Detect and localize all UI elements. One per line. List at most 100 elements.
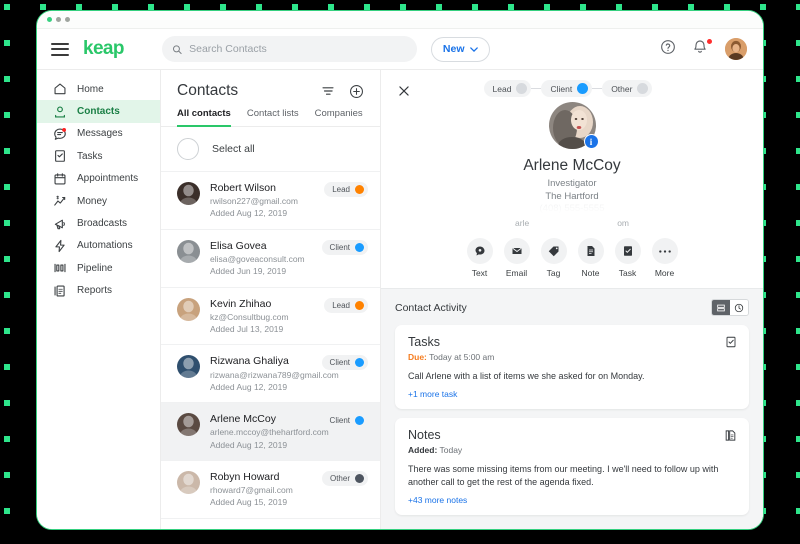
search-icon — [172, 44, 182, 54]
search-box[interactable] — [161, 36, 417, 62]
contact-name: Arlene McCoy — [523, 157, 621, 174]
megaphone-icon — [53, 217, 67, 231]
contact-contactinfo-fade: (408) 555-5555 arle om — [381, 203, 763, 229]
tab-all-contacts[interactable]: All contacts — [177, 108, 231, 127]
sidebar: Home Contacts Messages Tasks Appointment… — [37, 70, 161, 529]
lightning-bolt-icon — [53, 239, 67, 253]
tab-companies[interactable]: Companies — [315, 108, 363, 127]
sidebar-item-label: Messages — [77, 128, 123, 140]
action-label: Email — [505, 268, 528, 278]
segment-knob — [637, 83, 649, 94]
status-badge-label: Client — [329, 358, 350, 368]
bell-icon[interactable] — [692, 38, 713, 59]
app-topbar: keap New — [37, 29, 763, 70]
sidebar-item-tasks[interactable]: Tasks — [37, 145, 160, 167]
sidebar-item-label: Appointments — [77, 173, 139, 185]
table-row[interactable]: Elisa Govea elisa@goveaconsult.com Added J… — [161, 228, 380, 287]
sidebar-item-home[interactable]: Home — [37, 78, 160, 100]
action-task[interactable]: Task — [614, 238, 641, 278]
sidebar-item-label: Reports — [77, 285, 113, 297]
segment-label: Other — [611, 83, 633, 94]
status-badge-dot — [355, 242, 364, 252]
table-row[interactable]: Arlene McCoy arlene.mccoy@thehartford.com… — [161, 402, 380, 460]
hamburger-icon[interactable] — [51, 39, 69, 59]
traffic-light-gray-1[interactable] — [56, 17, 61, 22]
detail-header: Lead Client Other — [381, 70, 763, 98]
action-text[interactable]: Text — [466, 238, 493, 278]
contact-profile: i Arlene McCoy Investigator The Hartford… — [381, 98, 763, 278]
avatar[interactable] — [725, 38, 747, 60]
calendar-icon — [53, 172, 67, 186]
action-label: Task — [618, 268, 637, 278]
traffic-light-green[interactable] — [47, 17, 52, 22]
status-badge: Client — [321, 355, 368, 371]
select-all-checkbox[interactable] — [177, 138, 199, 160]
card-meta: Added: Today — [408, 445, 736, 455]
status-badge-label: Lead — [332, 185, 350, 194]
contact-detail-panel: Lead Client Other i Arlene McCoy Investi… — [381, 70, 763, 529]
action-tag[interactable]: Tag — [540, 238, 567, 278]
sidebar-item-pipeline[interactable]: Pipeline — [37, 257, 160, 279]
sidebar-item-messages[interactable]: Messages — [37, 123, 160, 145]
contact-email: kz@Consultbug.com — [210, 311, 289, 322]
filter-icon[interactable] — [321, 84, 335, 98]
status-badge: Client — [321, 239, 368, 255]
sidebar-item-money[interactable]: Money — [37, 190, 160, 212]
list-view-icon[interactable] — [712, 300, 730, 315]
contact-role: Investigator — [547, 178, 597, 189]
new-button[interactable]: New — [430, 36, 490, 62]
status-badge-label: Lead — [332, 300, 350, 310]
clock-history-icon[interactable] — [730, 300, 748, 315]
plus-circle-icon[interactable] — [349, 84, 364, 99]
segment-label: Client — [550, 83, 573, 94]
info-badge-icon[interactable]: i — [583, 134, 599, 149]
contact-name: Arlene McCoy — [210, 413, 276, 426]
sidebar-item-broadcasts[interactable]: Broadcasts — [37, 212, 160, 234]
money-chart-icon — [53, 194, 67, 208]
status-badge-dot — [355, 416, 364, 426]
segment-other[interactable]: Other — [602, 80, 653, 97]
chat-bubble-icon — [53, 127, 67, 141]
contact-email: rwilson227@gmail.com — [210, 196, 298, 207]
sidebar-item-label: Pipeline — [77, 262, 113, 274]
action-email[interactable]: Email — [503, 238, 530, 278]
app-window: keap New — [36, 10, 764, 530]
checklist-icon — [53, 149, 67, 163]
action-label: Tag — [546, 268, 561, 278]
sidebar-item-appointments[interactable]: Appointments — [37, 168, 160, 190]
help-circle-icon[interactable] — [660, 39, 680, 59]
card-more-link[interactable]: +1 more task — [408, 389, 736, 399]
search-input[interactable] — [189, 43, 407, 55]
card-more-link[interactable]: +43 more notes — [408, 495, 736, 505]
action-note[interactable]: Note — [577, 238, 604, 278]
select-all-label: Select all — [212, 143, 255, 155]
sidebar-item-label: Money — [77, 195, 108, 207]
contact-name: Kevin Zhihao — [210, 297, 272, 310]
traffic-light-gray-2[interactable] — [65, 17, 70, 22]
activity-title: Contact Activity — [395, 301, 467, 314]
sidebar-item-contacts[interactable]: Contacts — [37, 100, 160, 123]
tasks-card[interactable]: Tasks Due: Today at 5:00 am Call Arlene … — [395, 325, 749, 409]
segment-client[interactable]: Client — [541, 80, 593, 97]
select-all-row[interactable]: Select all — [161, 127, 380, 171]
contact-type-segmented-control: Lead Client Other — [483, 80, 675, 97]
segment-lead[interactable]: Lead — [483, 80, 532, 97]
segment-knob — [516, 83, 528, 94]
status-badge-label: Client — [329, 416, 350, 426]
table-row[interactable]: Robyn Howard rhoward7@gmail.com Added Aug … — [161, 459, 380, 518]
notes-card[interactable]: Notes Added: Today There was some missin… — [395, 417, 749, 515]
action-more[interactable]: More — [651, 238, 678, 278]
tab-contact-lists[interactable]: Contact lists — [247, 108, 299, 127]
table-row[interactable]: Robert Wilson rwilson227@gmail.com Added A… — [161, 171, 380, 229]
table-row[interactable]: Rizwana Ghaliya rizwana@rizwana789@gmail.… — [161, 344, 380, 402]
activity-view-toggle — [711, 299, 749, 316]
table-row[interactable]: Kevin Zhihao kz@Consultbug.com Added Jul 1… — [161, 286, 380, 345]
contact-added-date: Added Jun 19, 2019 — [210, 266, 287, 277]
sidebar-item-reports[interactable]: Reports — [37, 280, 160, 302]
table-row[interactable]: Nick Garzanick@bridgesound.comAdded Sep … — [161, 517, 380, 529]
card-title: Notes — [408, 427, 441, 442]
sidebar-item-label: Automations — [77, 240, 133, 252]
segment-divider — [592, 88, 603, 89]
close-icon[interactable] — [397, 84, 411, 98]
sidebar-item-automations[interactable]: Automations — [37, 235, 160, 257]
